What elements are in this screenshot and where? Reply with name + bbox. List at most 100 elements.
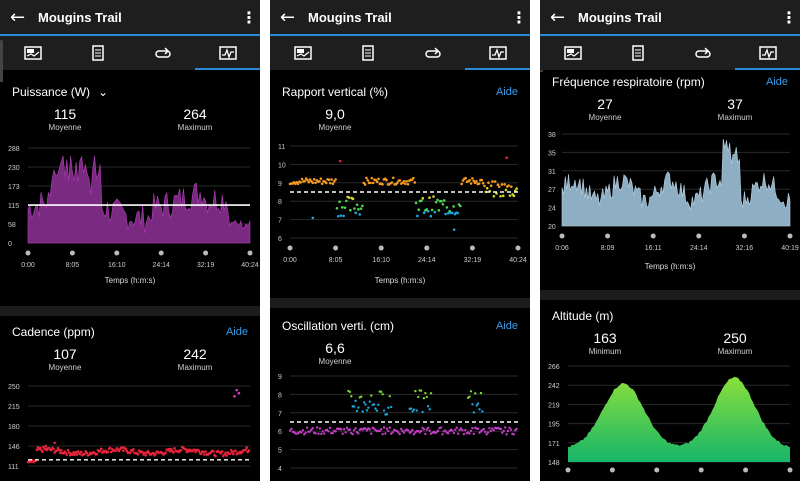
tab-details[interactable]: [65, 36, 130, 70]
vosc-point: [415, 409, 419, 412]
cadence-chart[interactable]: 250 215 180 146 111: [0, 378, 260, 478]
stat-label: Moyenne: [48, 363, 82, 372]
vosc-point: [368, 400, 371, 403]
x-tick-dot: [424, 245, 430, 251]
cadence-point: [53, 441, 56, 445]
vosc-point: [290, 427, 293, 431]
x-tick-label: 16:10: [108, 262, 126, 269]
tab-bar: [0, 36, 260, 70]
vratio-point: [469, 182, 473, 185]
cadence-point: [244, 448, 247, 452]
vratio-point: [349, 208, 352, 212]
vosc-point: [444, 429, 447, 432]
chevron-down-icon[interactable]: ⌄: [98, 85, 108, 99]
tab-summary[interactable]: [0, 36, 65, 70]
cadence-point: [55, 449, 59, 452]
summary-icon: [23, 46, 42, 60]
tab-charts[interactable]: [735, 36, 800, 70]
card-vertical-oscillation: Oscillation verti. (cm) Aide 6,6 Moyenne …: [270, 316, 530, 480]
vosc-point: [451, 429, 454, 432]
vosc-point: [398, 432, 401, 436]
power-area: [27, 155, 251, 244]
cadence-point: [72, 451, 75, 454]
tab-laps[interactable]: [400, 36, 465, 70]
cadence-point: [184, 447, 187, 451]
vosc-point: [387, 406, 390, 409]
vosc-point: [304, 431, 307, 434]
stat-label: Maximum: [717, 347, 753, 356]
cadence-point: [197, 449, 201, 453]
vosc-point: [512, 433, 515, 436]
vratio-point: [404, 182, 407, 186]
power-chart[interactable]: 288 230 173 115 58 0 0:00 8:05 16:10 24:14 32:19 40…: [0, 138, 260, 278]
y-tick-label: 24: [548, 206, 556, 213]
vosc-point: [300, 431, 303, 434]
respiration-chart[interactable]: 38 35 31 27 24 20 0:06 8:09 16:11 24:14 32:16 40:19: [540, 126, 800, 266]
vosc-point: [506, 429, 510, 433]
vosc-point: [317, 432, 320, 435]
tab-laps[interactable]: [670, 36, 735, 70]
y-tick-label: 11: [278, 144, 285, 151]
more-vert-icon[interactable]: ⋮: [778, 8, 800, 27]
vratio-point: [456, 211, 459, 215]
x-tick-label: 32:16: [736, 245, 754, 252]
vosc-point: [424, 432, 427, 436]
panel-power-cadence: ← Mougins Trail ⋮ Puissance (W) ⌄ 115 Moy…: [0, 0, 260, 481]
vratio-point: [375, 180, 379, 184]
cadence-point: [234, 449, 237, 453]
more-vert-icon[interactable]: ⋮: [238, 8, 260, 27]
vosc-point: [462, 432, 466, 436]
tab-details[interactable]: [605, 36, 670, 70]
y-tick-label: 146: [8, 444, 20, 451]
vratio-point: [307, 180, 311, 184]
vosc-point: [486, 431, 490, 434]
cadence-point: [79, 450, 83, 454]
vosc-point: [367, 406, 370, 409]
vratio-point: [334, 178, 337, 181]
tab-details[interactable]: [335, 36, 400, 70]
charts-icon: [758, 46, 777, 60]
vosc-point: [380, 390, 383, 394]
cadence-point: [128, 451, 132, 455]
x-tick-label: 40:24: [241, 262, 259, 269]
vosc-point: [377, 403, 380, 406]
vosc-point: [479, 391, 483, 395]
card-cadence: Cadence (ppm) Aide 107 Moyenne 242 Maximum…: [0, 322, 260, 478]
vosc-point: [354, 427, 357, 430]
vosc-point: [437, 429, 440, 432]
card-separator: [540, 290, 800, 300]
back-arrow-icon[interactable]: ←: [540, 7, 568, 28]
back-arrow-icon[interactable]: ←: [270, 7, 298, 28]
stat-value: 115: [53, 106, 77, 122]
vosc-point: [429, 392, 433, 395]
activity-title: Mougins Trail: [38, 9, 122, 25]
x-tick-dot: [565, 467, 571, 473]
vosc-point: [387, 429, 390, 433]
vosc-point: [439, 426, 443, 429]
vratio-point: [345, 199, 348, 203]
vosc-point: [407, 429, 410, 432]
vosc-point: [515, 427, 518, 431]
vratio-point: [339, 214, 343, 217]
tab-summary[interactable]: [270, 36, 335, 70]
vertical-ratio-chart[interactable]: 11 10 9 8 7 6 0:00 8:05 16:10 24:14 32:19 40:24: [270, 138, 530, 278]
y-tick-label: 215: [8, 404, 20, 411]
back-arrow-icon[interactable]: ←: [0, 7, 28, 28]
tab-charts[interactable]: [465, 36, 530, 70]
help-link[interactable]: Aide: [766, 76, 788, 88]
more-vert-icon[interactable]: ⋮: [508, 8, 530, 27]
vosc-point: [348, 390, 352, 394]
card-vertical-ratio: Rapport vertical (%) Aide 9,0 Moyenne 11 1…: [270, 82, 530, 285]
tab-laps[interactable]: [130, 36, 195, 70]
tab-charts[interactable]: [195, 36, 260, 70]
help-link[interactable]: Aide: [496, 86, 518, 98]
vratio-point: [491, 180, 494, 183]
help-link[interactable]: Aide: [226, 326, 248, 338]
vertical-oscillation-chart[interactable]: 9 8 7 6 5 4: [270, 370, 530, 480]
vosc-point: [424, 391, 427, 395]
altitude-chart[interactable]: 266 242 219 195 171 148: [540, 360, 800, 480]
vratio-point: [432, 195, 435, 198]
activity-title: Mougins Trail: [308, 9, 392, 25]
help-link[interactable]: Aide: [496, 320, 518, 332]
tab-summary[interactable]: [540, 36, 605, 70]
